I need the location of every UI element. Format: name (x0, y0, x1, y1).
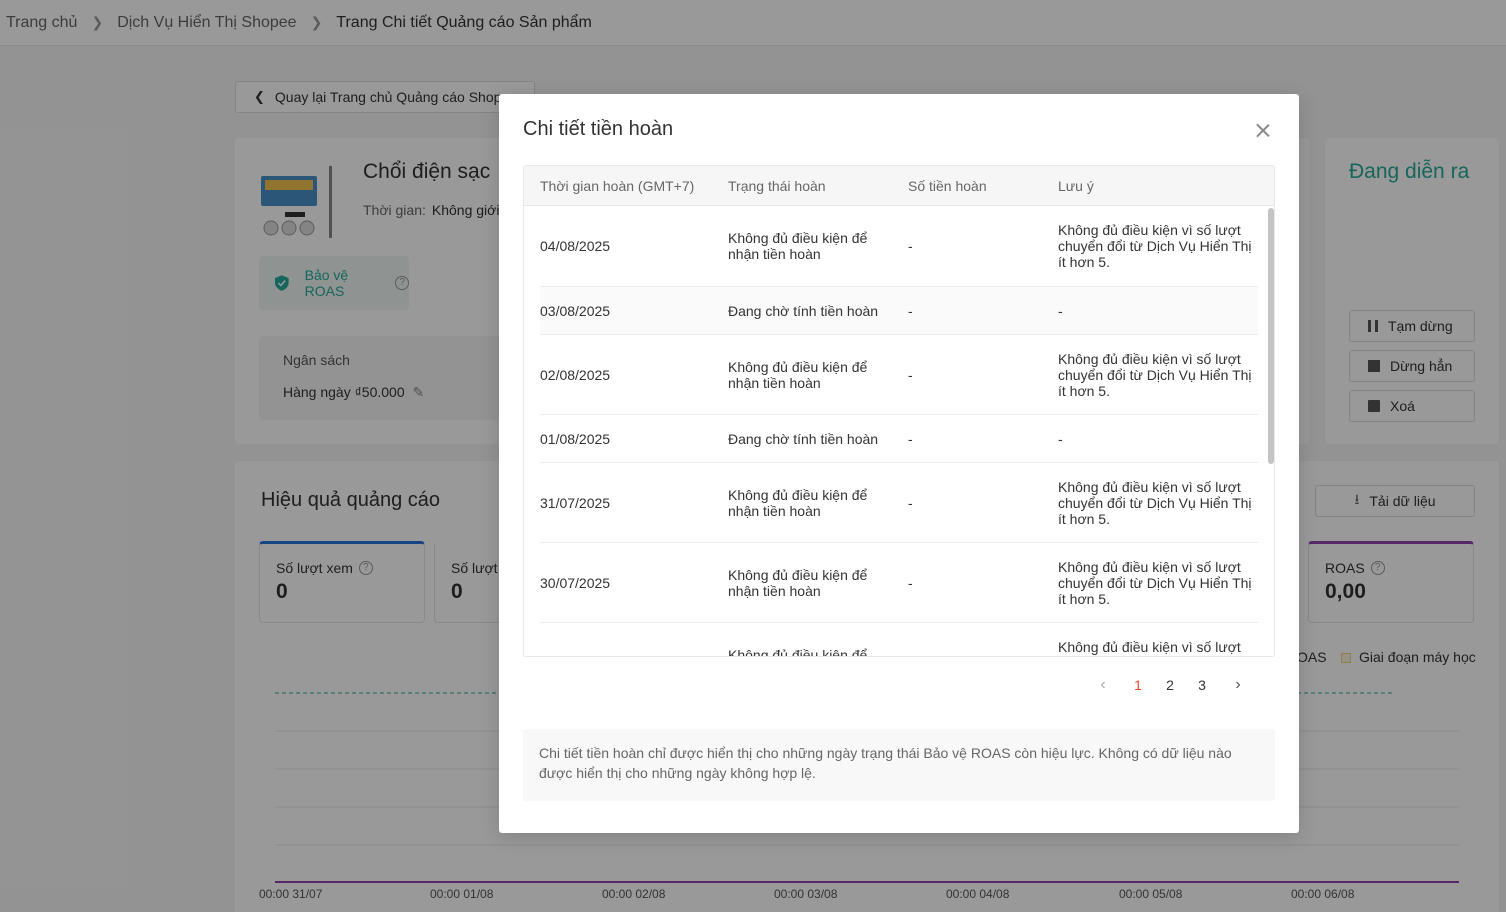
table-row: 31/07/2025 Không đủ điều kiện để nhận ti… (540, 463, 1258, 543)
cell-note: Không đủ điều kiện vì số lượt chuyển đổi… (1058, 222, 1252, 270)
table-body[interactable]: 04/08/2025 Không đủ điều kiện để nhận ti… (524, 206, 1274, 657)
cell-amount (908, 623, 1028, 656)
cell-date: 30/07/2025 (540, 574, 611, 591)
table-row: 30/07/2025 Không đủ điều kiện để nhận ti… (540, 543, 1258, 623)
cell-amount: - (908, 238, 913, 254)
cell-date: 03/08/2025 (540, 302, 611, 319)
cell-date: 04/08/2025 (540, 238, 611, 254)
cell-status: Đang chờ tính tiền hoàn (728, 430, 879, 447)
cell-date: 01/08/2025 (540, 430, 611, 447)
next-page-icon[interactable]: › (1226, 674, 1250, 696)
cell-note: - (1058, 430, 1063, 447)
cell-status: Không đủ điều kiện để (728, 647, 868, 657)
modal-title: Chi tiết tiền hoàn (523, 118, 674, 140)
cell-note: Không đủ điều kiện vì số lượt chuyển đổi… (1058, 558, 1252, 607)
cell-status: Không đủ điều kiện để nhận tiền hoàn (728, 566, 868, 599)
cell-amount: - (908, 430, 913, 447)
header-refund-time: Thời gian hoàn (GMT+7) (540, 178, 695, 194)
cell-status: Không đủ điều kiện để nhận tiền hoàn (728, 358, 868, 391)
refund-info-note: Chi tiết tiền hoàn chỉ được hiển thị cho… (523, 729, 1275, 801)
cell-note: Không đủ điều kiện vì số lượt chuyển đổi… (1058, 350, 1252, 399)
cell-status: Đang chờ tính tiền hoàn (728, 302, 879, 319)
cell-date: 02/08/2025 (540, 366, 611, 383)
cell-note: - (1058, 302, 1063, 319)
page-2[interactable]: 2 (1158, 674, 1182, 696)
header-refund-status: Trạng thái hoàn (728, 178, 826, 194)
table-header: Thời gian hoàn (GMT+7) Trạng thái hoàn S… (524, 166, 1274, 206)
table-row: Không đủ điều kiện để Không đủ điều kiện… (540, 623, 1258, 657)
table-row: 02/08/2025 Không đủ điều kiện để nhận ti… (540, 335, 1258, 415)
table-row: 04/08/2025 Không đủ điều kiện để nhận ti… (540, 206, 1258, 287)
cell-note: Không đủ điều kiện vì số lượt (1058, 639, 1241, 655)
header-note: Lưu ý (1058, 178, 1094, 194)
cell-date: 31/07/2025 (540, 494, 611, 511)
close-icon[interactable] (1253, 120, 1273, 140)
table-scrollbar[interactable] (1268, 208, 1274, 464)
cell-status: Không đủ điều kiện để nhận tiền hoàn (728, 486, 868, 519)
header-refund-amount: Số tiền hoàn (908, 178, 987, 194)
table-row: 01/08/2025 Đang chờ tính tiền hoàn - - (540, 415, 1258, 463)
cell-amount: - (908, 302, 913, 319)
cell-date (540, 623, 720, 656)
refund-details-modal: Chi tiết tiền hoàn Thời gian hoàn (GMT+7… (499, 94, 1299, 833)
refund-table: Thời gian hoàn (GMT+7) Trạng thái hoàn S… (523, 165, 1275, 657)
cell-status: Không đủ điều kiện để nhận tiền hoàn (728, 230, 868, 262)
page-1[interactable]: 1 (1126, 674, 1150, 696)
prev-page-icon[interactable]: ‹ (1091, 674, 1115, 696)
pagination: ‹ 1 2 3 › (499, 674, 1299, 696)
cell-amount: - (908, 494, 913, 511)
table-row: 03/08/2025 Đang chờ tính tiền hoàn - - (540, 287, 1258, 335)
cell-amount: - (908, 366, 913, 383)
cell-amount: - (908, 574, 913, 591)
cell-note: Không đủ điều kiện vì số lượt chuyển đổi… (1058, 478, 1252, 527)
page-3[interactable]: 3 (1190, 674, 1214, 696)
